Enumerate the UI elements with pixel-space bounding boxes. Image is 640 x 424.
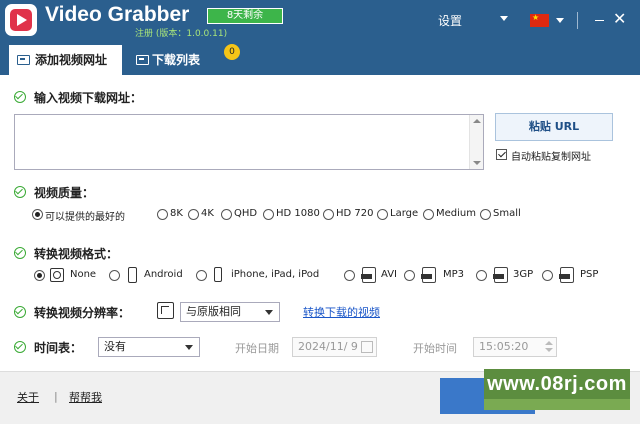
- url-scrollbar[interactable]: [469, 115, 483, 169]
- tab-label: 下载列表: [152, 53, 201, 67]
- format-option-label: PSP: [580, 269, 599, 280]
- app-logo-icon: [5, 4, 37, 36]
- format-radio-android[interactable]: [109, 270, 120, 281]
- add-url-tab-icon: [17, 55, 30, 65]
- format-option-label: 3GP: [513, 269, 534, 280]
- chevron-down-icon[interactable]: [500, 16, 508, 21]
- none-icon: [50, 268, 64, 282]
- tab-add-video-url[interactable]: 添加视频网址: [9, 45, 122, 75]
- schedule-select-value: 没有: [104, 340, 126, 353]
- auto-paste-checkbox[interactable]: [496, 149, 507, 160]
- format-radio-mp3[interactable]: [404, 270, 415, 281]
- auto-paste-label: 自动粘贴复制网址: [511, 152, 591, 163]
- paste-url-button[interactable]: 粘贴 URL: [495, 113, 613, 141]
- start-date-picker[interactable]: 2024/11/ 9: [292, 337, 377, 357]
- format-radio-iphone[interactable]: [196, 270, 207, 281]
- quality-radio-qhd[interactable]: [221, 209, 232, 220]
- check-circle-icon: [14, 247, 26, 259]
- quality-radio-8k[interactable]: [157, 209, 168, 220]
- chevron-down-icon: [185, 345, 193, 350]
- check-circle-icon: [14, 186, 26, 198]
- quality-radio-best[interactable]: [32, 209, 43, 220]
- url-section-label: 输入视频下载网址：: [34, 91, 143, 105]
- start-date-value: 2024/11/ 9: [298, 340, 358, 353]
- registration-link[interactable]: 注册 (版本：1.0.0.11): [135, 26, 227, 39]
- language-chevron-down-icon[interactable]: [556, 18, 564, 23]
- tab-label: 添加视频网址: [35, 53, 108, 67]
- quality-radio-medium[interactable]: [423, 209, 434, 220]
- resolution-select[interactable]: 与原版相同: [180, 302, 280, 322]
- resolution-icon: [157, 302, 174, 319]
- quality-option-label: HD 720: [336, 208, 374, 219]
- format-option-label: iPhone, iPad, iPod: [231, 269, 320, 280]
- quality-radio-small[interactable]: [480, 209, 491, 220]
- settings-menu[interactable]: 设置: [438, 12, 462, 29]
- quality-radio-hd720[interactable]: [323, 209, 334, 220]
- format-option-label: MP3: [443, 269, 465, 280]
- format-section-label: 转换视频格式：: [34, 247, 119, 261]
- android-phone-icon: [128, 267, 137, 283]
- help-link[interactable]: 帮帮我: [69, 389, 102, 405]
- quality-option-label: QHD: [234, 208, 258, 219]
- format-option-label: None: [70, 269, 97, 280]
- start-time-value: 15:05:20: [479, 340, 529, 353]
- about-link[interactable]: 关于: [17, 389, 39, 405]
- footer-separator: |: [54, 390, 58, 403]
- calendar-icon: [361, 341, 373, 353]
- time-spinner-icon[interactable]: [544, 340, 554, 354]
- start-time-label: 开始时间: [413, 342, 457, 355]
- schedule-section-label: 时间表：: [34, 341, 83, 355]
- quality-option-label: Small: [493, 208, 521, 219]
- close-icon[interactable]: ✕: [613, 9, 626, 29]
- check-circle-icon: [14, 341, 26, 353]
- titlebar-divider: [577, 12, 578, 29]
- quality-option-label: 可以提供的最好的: [45, 212, 125, 223]
- download-count-badge: 0: [224, 44, 240, 60]
- format-radio-none[interactable]: [34, 270, 45, 281]
- quality-section-label: 视频质量：: [34, 186, 95, 200]
- convert-downloaded-video-link[interactable]: 转换下载的视频: [303, 304, 380, 320]
- psp-file-icon: [559, 267, 574, 283]
- watermark-overlay: www.08rj.com: [484, 369, 630, 399]
- start-date-label: 开始日期: [235, 342, 279, 355]
- title-bar: Video Grabber 8天剩余 注册 (版本：1.0.0.11) 设置 ★…: [0, 0, 640, 45]
- china-flag-icon[interactable]: ★: [530, 13, 549, 27]
- resolution-select-value: 与原版相同: [186, 305, 241, 318]
- mp3-file-icon: [421, 267, 436, 283]
- iphone-icon: [214, 267, 222, 282]
- start-time-input[interactable]: 15:05:20: [473, 337, 557, 357]
- quality-option-label: Large: [390, 208, 419, 219]
- quality-radio-hd1080[interactable]: [263, 209, 274, 220]
- quality-radio-large[interactable]: [377, 209, 388, 220]
- quality-option-label: 4K: [201, 208, 214, 219]
- schedule-select[interactable]: 没有: [98, 337, 200, 357]
- watermark-strip: [484, 399, 630, 410]
- chevron-down-icon: [265, 310, 273, 315]
- tab-download-list[interactable]: 下载列表: [128, 45, 228, 75]
- app-title: Video Grabber: [45, 3, 190, 26]
- quality-option-label: HD 1080: [276, 208, 320, 219]
- video-url-textarea[interactable]: [14, 114, 484, 170]
- quality-option-label: 8K: [170, 208, 183, 219]
- tab-strip: 添加视频网址 下载列表: [0, 45, 640, 75]
- format-radio-3gp[interactable]: [476, 270, 487, 281]
- format-radio-avi[interactable]: [344, 270, 355, 281]
- avi-file-icon: [361, 267, 376, 283]
- format-option-label: AVI: [381, 269, 397, 280]
- check-circle-icon: [14, 91, 26, 103]
- format-radio-psp[interactable]: [542, 270, 553, 281]
- 3gp-file-icon: [493, 267, 508, 283]
- resolution-section-label: 转换视频分辨率：: [34, 306, 131, 320]
- quality-option-label: Medium: [436, 208, 476, 219]
- check-circle-icon: [14, 306, 26, 318]
- trial-days-badge[interactable]: 8天剩余: [207, 8, 283, 24]
- download-list-tab-icon: [136, 55, 149, 65]
- quality-radio-4k[interactable]: [188, 209, 199, 220]
- minimize-icon[interactable]: [595, 20, 604, 21]
- format-option-label: Android: [144, 269, 183, 280]
